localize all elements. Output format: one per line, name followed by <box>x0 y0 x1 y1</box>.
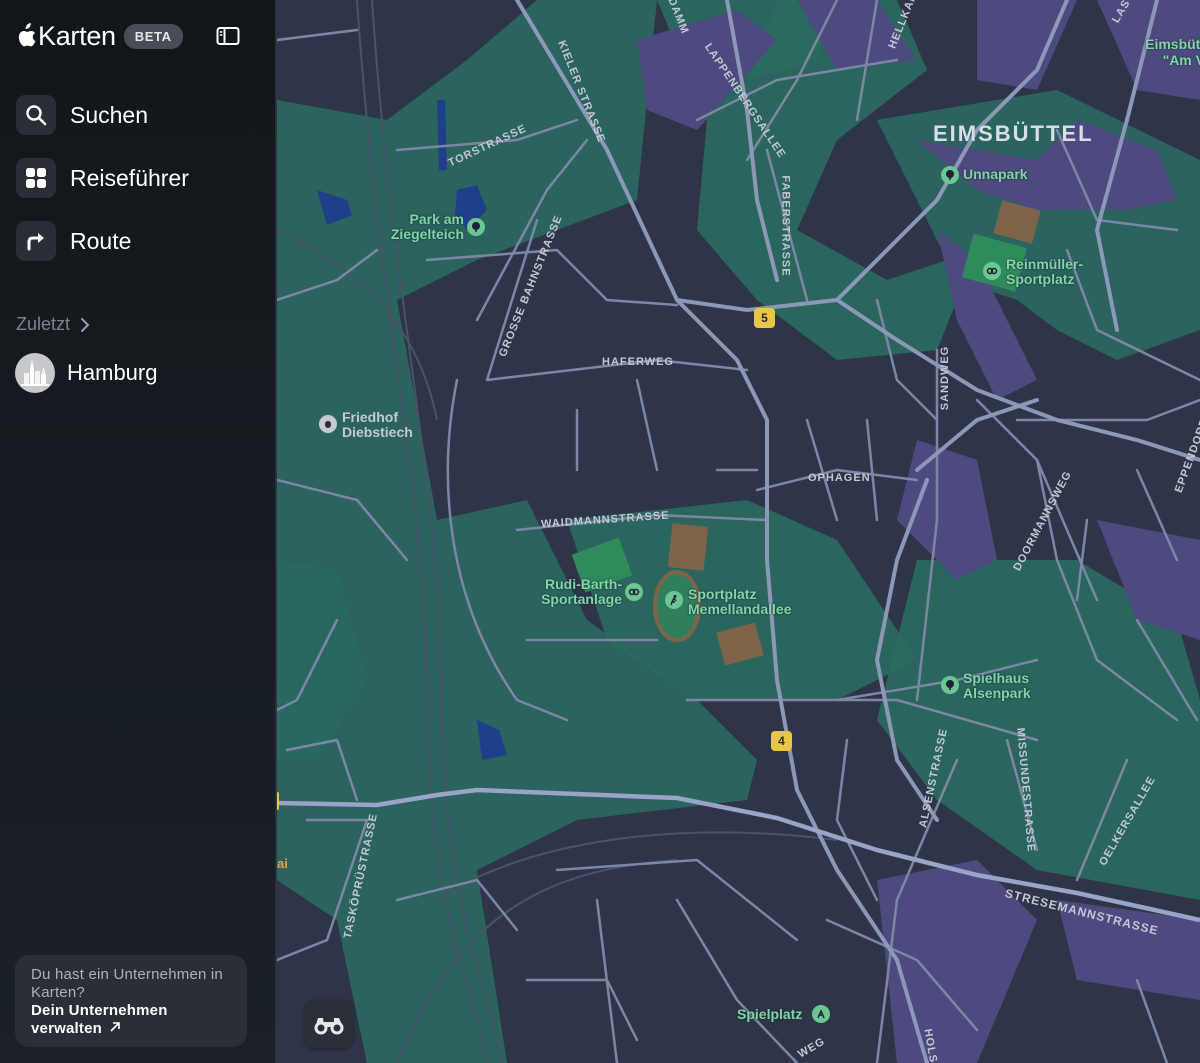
brand: Karten BETA <box>16 20 183 52</box>
route-shield-5: 5 <box>754 308 775 328</box>
poi-label-spielplatz[interactable]: Spielplatz <box>737 1007 802 1022</box>
maps-app: Karten BETA Suchen Reiseführer Route Zul… <box>0 0 1200 1063</box>
recent-item-hamburg[interactable]: Hamburg <box>15 353 157 393</box>
grid-icon <box>16 158 56 198</box>
map-canvas[interactable]: KIELER STRASSE TORSTRASSE GROSSE BAHNSTR… <box>277 0 1200 1063</box>
tree-icon[interactable] <box>467 218 485 236</box>
business-question: Du hast ein Unternehmen in Karten? <box>31 966 223 1001</box>
poi-label-rudi-barth[interactable]: Rudi-Barth- Sportanlage <box>527 577 622 607</box>
business-card: Du hast ein Unternehmen in Karten? Dein … <box>15 955 247 1047</box>
chevron-right-icon <box>81 317 90 332</box>
city-skyline-icon <box>15 353 55 393</box>
external-arrow-icon <box>110 1022 121 1032</box>
route-arrow-icon <box>16 221 56 261</box>
binoculars-icon <box>314 1018 344 1035</box>
manage-business-link[interactable]: Dein Unternehmen verwalten <box>31 1002 231 1038</box>
route-shield-4: 4 <box>771 731 792 751</box>
search-icon <box>16 95 56 135</box>
running-icon[interactable] <box>665 591 683 609</box>
poi-label-spielhaus[interactable]: Spielhaus Alsenpark <box>963 671 1053 701</box>
recent-item-label: Hamburg <box>67 360 158 385</box>
street-label-faber: FABERSTRASSE <box>779 175 792 277</box>
sports-icon[interactable] <box>983 262 1001 280</box>
sidebar: Karten BETA Suchen Reiseführer Route Zul… <box>0 0 276 1063</box>
nav-item-label: Route <box>70 227 132 254</box>
app-name: Karten <box>38 20 116 51</box>
nav-item-guides[interactable]: Reiseführer <box>16 158 189 198</box>
district-label: EIMSBÜTTEL <box>933 121 1094 146</box>
street-label-ophagen: OPHAGEN <box>808 472 871 484</box>
playground-icon[interactable] <box>812 1005 830 1023</box>
poi-label-reinmueller[interactable]: Reinmüller- Sportplatz <box>1006 257 1106 287</box>
manage-business-label: Dein Unternehmen verwalten <box>31 1002 168 1037</box>
apple-logo-icon <box>18 23 36 47</box>
poi-label-park-ziegelteich[interactable]: Park am Ziegelteich <box>384 212 464 242</box>
sidebar-toggle-icon[interactable] <box>216 26 240 46</box>
tree-icon[interactable] <box>941 166 959 184</box>
look-around-button[interactable] <box>305 1000 353 1048</box>
nav-item-label: Reiseführer <box>70 164 189 191</box>
recents-header[interactable]: Zuletzt <box>16 314 90 335</box>
recents-title: Zuletzt <box>16 314 71 334</box>
street-label-haferweg: HAFERWEG <box>602 356 674 368</box>
sports-icon[interactable] <box>625 583 643 601</box>
poi-label-unnapark[interactable]: Unnapark <box>963 167 1028 182</box>
poi-label-sportplatz-memelland[interactable]: Sportplatz Memellandallee <box>688 587 808 617</box>
nav-item-search[interactable]: Suchen <box>16 95 148 135</box>
nav-item-label: Suchen <box>70 101 149 128</box>
street-label-sandweg: SANDWEG <box>939 345 952 411</box>
cemetery-icon[interactable] <box>319 415 337 433</box>
edge-label-fragment: ai <box>277 856 288 871</box>
nav-item-route[interactable]: Route <box>16 221 131 261</box>
poi-label-friedhof[interactable]: Friedhof Diebstiech <box>342 410 432 440</box>
district-partial-label: Eimsbütt "Am V <box>1145 36 1200 68</box>
beta-badge: BETA <box>123 23 183 49</box>
tree-icon[interactable] <box>941 676 959 694</box>
